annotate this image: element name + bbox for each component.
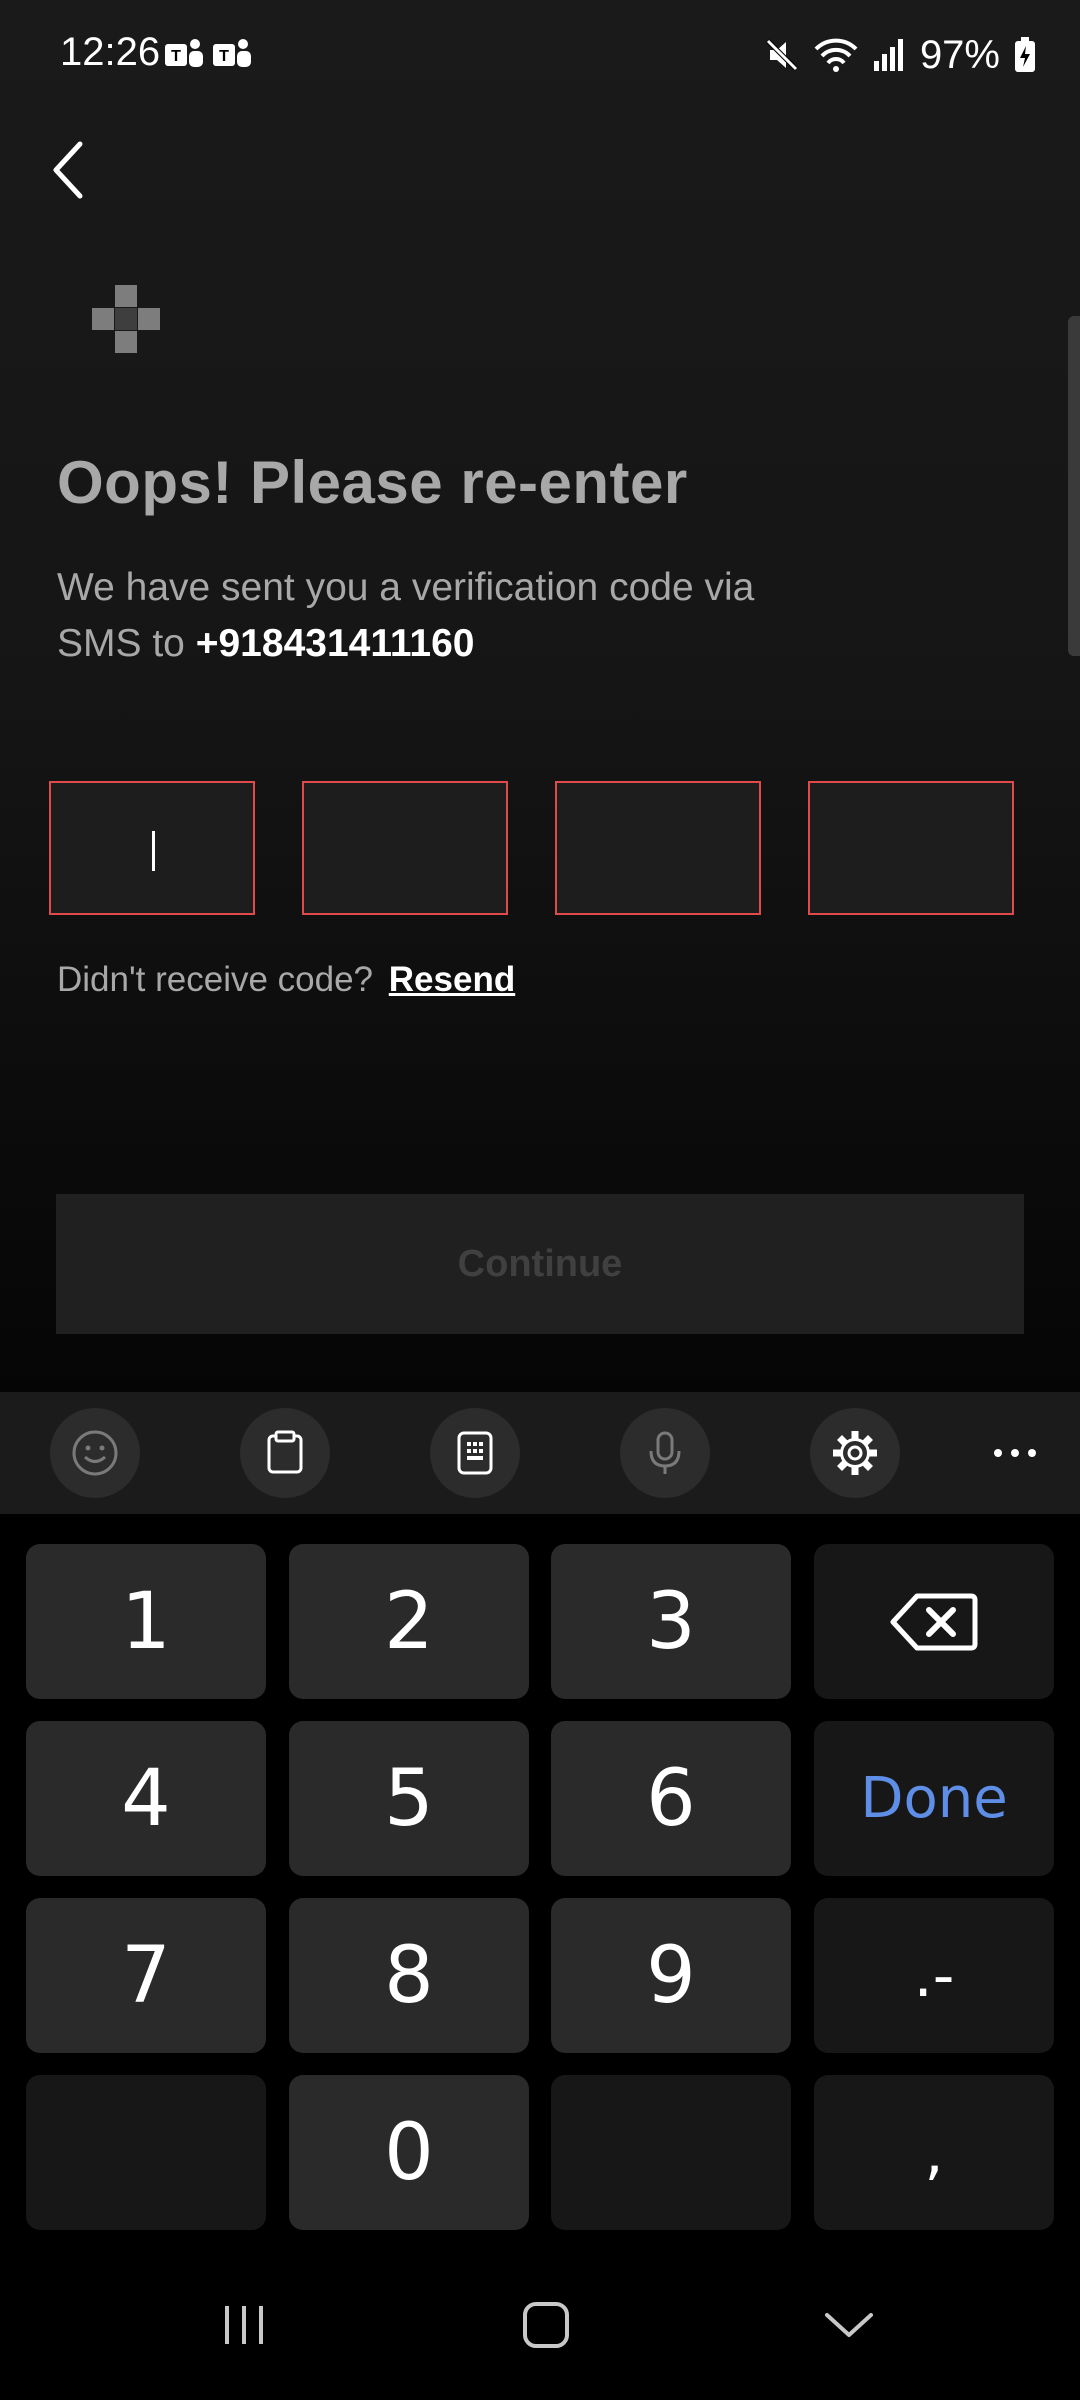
signal-icon	[873, 39, 903, 71]
phone-number: +918431411160	[195, 622, 475, 665]
comma-key[interactable]: ,	[814, 2075, 1054, 2230]
back-nav-button[interactable]	[799, 2290, 899, 2360]
key-3[interactable]: 3	[551, 1544, 791, 1699]
keyboard-toolbar	[0, 1392, 1080, 1514]
blank-key	[551, 2075, 791, 2230]
system-nav-bar	[0, 2250, 1080, 2400]
blank-key	[26, 2075, 266, 2230]
chevron-left-icon	[53, 141, 83, 199]
more-options-button[interactable]	[970, 1408, 1060, 1498]
emoji-icon	[72, 1430, 118, 1476]
key-1[interactable]: 1	[26, 1544, 266, 1699]
resend-link[interactable]: Resend	[389, 960, 515, 999]
svg-text:T: T	[171, 48, 181, 65]
continue-button[interactable]: Continue	[56, 1194, 1024, 1334]
verification-screen: 12:26 T T 97% Oops! Please re-enter We h…	[0, 0, 1080, 1392]
scrollbar[interactable]	[1068, 316, 1080, 656]
key-9[interactable]: 9	[551, 1898, 791, 2053]
battery-charging-icon	[1015, 37, 1035, 72]
status-bar: 12:26 T T 97%	[0, 0, 1080, 110]
battery-percent: 97%	[919, 32, 1000, 77]
resend-row: Didn't receive code? Resend	[57, 960, 515, 1000]
voice-input-button[interactable]	[620, 1408, 710, 1498]
numeric-keyboard: 1 2 3 4 5 6 Done 7 8 9 .- 0 ,	[0, 1514, 1080, 2250]
svg-text:T: T	[219, 48, 229, 65]
keypad-button[interactable]	[430, 1408, 520, 1498]
keypad-icon	[457, 1431, 493, 1475]
key-5[interactable]: 5	[289, 1721, 529, 1876]
keyboard-settings-button[interactable]	[810, 1408, 900, 1498]
home-icon	[523, 2302, 569, 2348]
clipboard-icon	[267, 1430, 303, 1474]
page-title: Oops! Please re-enter	[57, 449, 688, 516]
wifi-icon	[814, 38, 858, 72]
otp-digit-3[interactable]	[555, 781, 761, 915]
resend-question: Didn't receive code?	[57, 960, 374, 999]
key-7[interactable]: 7	[26, 1898, 266, 2053]
backspace-icon	[890, 1593, 978, 1650]
recents-button[interactable]	[194, 2290, 294, 2360]
teams-icon: T	[213, 39, 251, 67]
text-cursor	[152, 831, 155, 871]
clipboard-button[interactable]	[240, 1408, 330, 1498]
otp-digit-1[interactable]	[49, 781, 255, 915]
microphone-icon	[649, 1431, 681, 1474]
key-6[interactable]: 6	[551, 1721, 791, 1876]
checker-logo-icon	[92, 285, 160, 353]
key-2[interactable]: 2	[289, 1544, 529, 1699]
teams-icon: T	[165, 39, 203, 67]
back-nav-icon	[825, 2313, 873, 2337]
settings-icon	[833, 1431, 877, 1475]
backspace-key[interactable]	[814, 1544, 1054, 1699]
otp-digit-4[interactable]	[808, 781, 1014, 915]
emoji-button[interactable]	[50, 1408, 140, 1498]
key-0[interactable]: 0	[289, 2075, 529, 2230]
otp-input-row	[49, 781, 1017, 915]
period-dash-key[interactable]: .-	[814, 1898, 1054, 2053]
mute-icon	[766, 39, 798, 71]
back-button[interactable]	[40, 130, 120, 210]
key-8[interactable]: 8	[289, 1898, 529, 2053]
status-time: 12:26	[60, 30, 161, 74]
more-icon	[994, 1449, 1036, 1457]
done-key[interactable]: Done	[814, 1721, 1054, 1876]
otp-digit-2[interactable]	[302, 781, 508, 915]
recents-icon	[225, 2306, 263, 2344]
verification-subtitle: We have sent you a verification code via…	[57, 560, 757, 672]
status-icons: 97%	[766, 30, 1036, 80]
key-4[interactable]: 4	[26, 1721, 266, 1876]
home-button[interactable]	[496, 2290, 596, 2360]
